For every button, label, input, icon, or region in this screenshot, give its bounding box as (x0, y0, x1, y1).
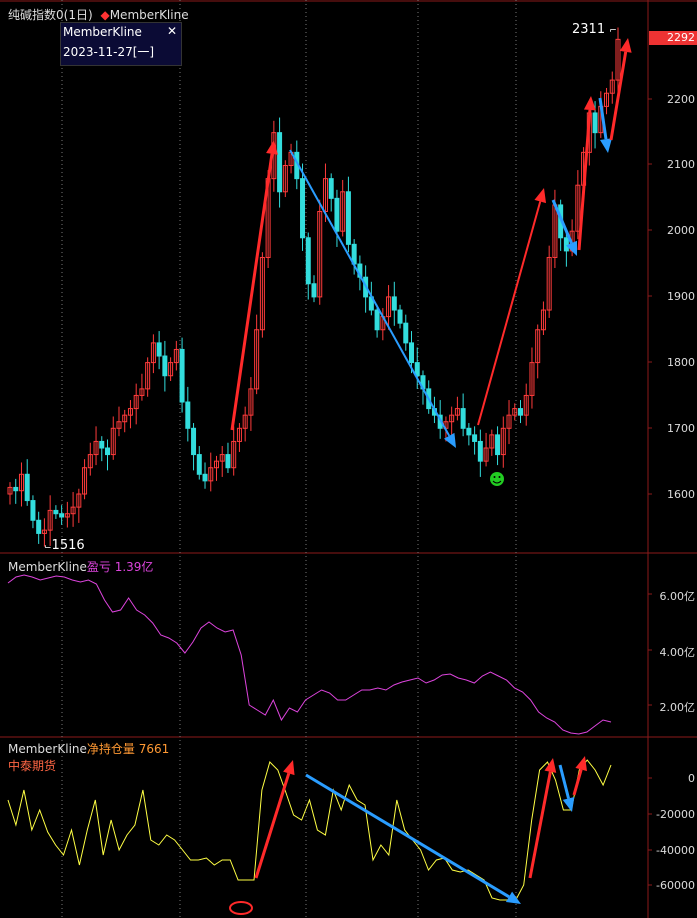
candle-body (403, 322, 409, 344)
trend-arrow-shaft (572, 769, 583, 796)
high-marker-icon: ⌐ (609, 26, 617, 36)
candle-body (225, 454, 231, 469)
candle-body (30, 500, 36, 521)
candle-body (374, 309, 380, 331)
candle-body (563, 237, 569, 252)
candle-body (477, 440, 483, 462)
candle-body (334, 197, 340, 232)
candle-body (24, 473, 30, 502)
y-tick-panel2: 6.00亿 (659, 590, 696, 603)
y-tick-main: 2200 (667, 93, 695, 106)
smile-eye (498, 476, 501, 478)
trend-arrow-head (544, 758, 557, 773)
smile-icon (490, 472, 504, 486)
close-icon[interactable]: ✕ (167, 24, 177, 38)
candle-body (345, 191, 351, 245)
y-tick-panel3: 0 (688, 772, 695, 785)
trend-arrow-shaft (528, 771, 552, 879)
candle-body (156, 342, 162, 357)
candle-body (162, 355, 168, 377)
candle-body (328, 178, 334, 199)
candle-body (13, 486, 19, 492)
y-tick-main: 1900 (667, 290, 695, 303)
y-tick-panel3: -20000 (656, 808, 695, 821)
candlesticks (7, 27, 621, 547)
candle-body (179, 348, 185, 403)
trend-arrow-shaft (305, 773, 510, 899)
candle-body (311, 283, 317, 298)
net-position-line (7, 759, 612, 901)
chart-canvas[interactable] (0, 0, 697, 918)
low-price-value: 1516 (51, 538, 85, 553)
trend-arrow-head (534, 188, 547, 204)
candle-body (409, 342, 415, 364)
candle-body (105, 447, 111, 456)
candle-body (517, 408, 523, 416)
panel3-header: MemberKline净持仓量 7661 (8, 740, 169, 757)
panel2-series-label: 盈亏 1.39亿 (86, 560, 154, 574)
low-price-label: ⌙1516 (44, 538, 85, 553)
candle-body (466, 427, 472, 436)
diamond-icon: ◆ (100, 8, 110, 22)
panel3-series-label: 净持仓量 7661 (86, 742, 170, 756)
smile-face (490, 472, 504, 486)
marks (229, 472, 504, 915)
panel2-header: MemberKline盈亏 1.39亿 (8, 558, 153, 575)
candle-body (53, 509, 59, 515)
tooltip-date: 2023-11-27[一] (63, 45, 155, 59)
trend-arrow-shaft (577, 109, 592, 251)
candle-body (202, 473, 208, 482)
candle-body (592, 112, 598, 134)
grid-lines (0, 0, 697, 918)
candle-body (196, 454, 202, 475)
trend-arrow-head (575, 756, 587, 772)
indicator-name: MemberKline (109, 8, 189, 22)
trend-arrow-shaft (477, 201, 542, 426)
current-price-tag: 2292 (649, 31, 697, 45)
y-tick-main: 1600 (667, 488, 695, 501)
high-price-label: 2311 ⌐ (572, 22, 617, 37)
candle-body (460, 408, 466, 429)
candle-body (391, 296, 397, 311)
candle-body (300, 178, 306, 239)
profit-line (7, 574, 612, 735)
trend-arrow-head (619, 38, 632, 53)
low-marker-icon: ⌙ (44, 542, 52, 552)
candle-body (191, 427, 197, 456)
candle-body (59, 513, 65, 518)
candle-body (495, 434, 501, 456)
high-price-value: 2311 (572, 22, 606, 37)
candle-body (36, 519, 42, 534)
y-tick-main: 1800 (667, 356, 695, 369)
candle-body (305, 237, 311, 285)
symbol-title: 纯碱指数0(1日) (8, 8, 93, 22)
candle-body (277, 132, 283, 193)
candle-body (185, 401, 191, 429)
panel3-title: MemberKline (8, 742, 87, 756)
y-tick-panel3: -60000 (656, 879, 695, 892)
trend-arrow-head (600, 138, 612, 153)
tooltip-title: MemberKline (63, 25, 142, 39)
low-marker-circle (229, 901, 253, 915)
trend-arrows (230, 38, 632, 904)
trend-arrow-shaft (254, 772, 291, 879)
y-tick-panel2: 4.00亿 (659, 646, 696, 659)
panel2-title: MemberKline (8, 560, 87, 574)
trend-arrow-head (283, 760, 295, 776)
candle-body (397, 309, 403, 324)
tooltip-box: MemberKline ✕ 2023-11-27[一] (60, 22, 182, 66)
trend-arrow-shaft (558, 764, 570, 799)
y-tick-panel3: -40000 (656, 844, 695, 857)
y-tick-main: 2000 (667, 224, 695, 237)
y-tick-panel2: 2.00亿 (659, 701, 696, 714)
candle-body (472, 434, 478, 442)
candle-body (414, 362, 420, 377)
y-tick-main: 2100 (667, 158, 695, 171)
y-tick-main: 1700 (667, 422, 695, 435)
trend-arrow-head (583, 96, 596, 111)
candle-body (99, 440, 105, 449)
member-name: 中泰期货 (8, 759, 57, 773)
chart-title: 纯碱指数0(1日) ◆MemberKline (8, 6, 189, 23)
smile-eye (493, 476, 496, 478)
